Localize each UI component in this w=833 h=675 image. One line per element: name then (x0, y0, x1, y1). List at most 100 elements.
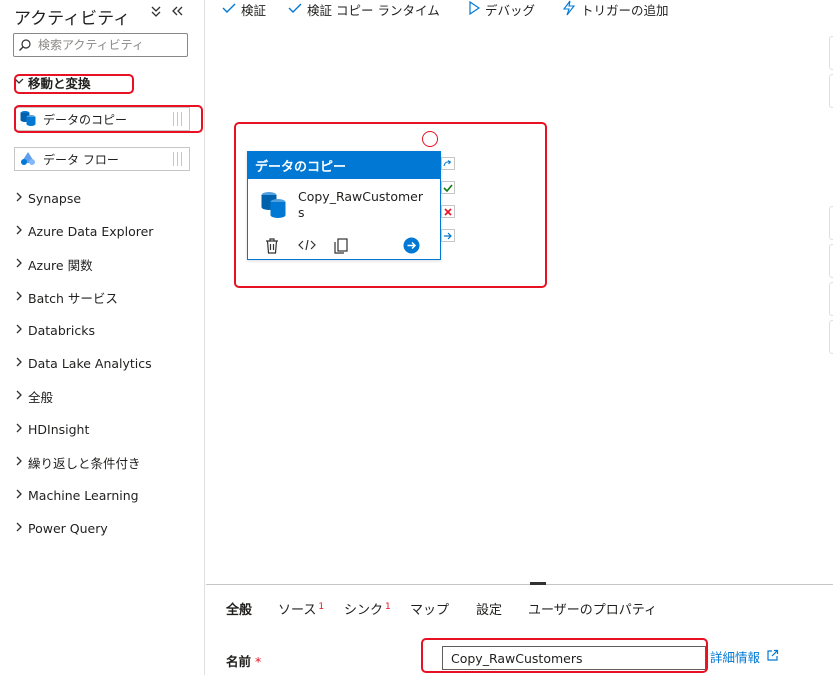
card-title: データのコピー (248, 152, 440, 179)
chevron-right-icon (14, 488, 28, 502)
category-label: Batch サービス (28, 290, 118, 306)
activity-name-input[interactable] (442, 646, 706, 670)
category-label: Azure 関数 (28, 257, 93, 273)
side-tab[interactable] (829, 282, 833, 316)
failure-output-port-icon[interactable] (441, 205, 455, 218)
tab-general[interactable]: 全般 (226, 599, 252, 621)
copy-data-icon (19, 109, 37, 130)
category-move-transform[interactable]: 移動と変換 (14, 71, 91, 93)
skip-output-port-icon[interactable] (441, 157, 455, 170)
drag-handle-icon[interactable] (173, 112, 185, 126)
side-tab[interactable] (829, 320, 833, 354)
chevron-right-icon (14, 389, 28, 403)
error-count-badge: 1 (385, 601, 391, 612)
pipeline-canvas[interactable] (206, 26, 833, 584)
category-databricks[interactable]: Databricks (14, 319, 95, 341)
copy-data-icon (260, 190, 288, 224)
copy-activity-card[interactable]: データのコピー Copy_RawCustomers (247, 151, 441, 260)
add-trigger-label: トリガーの追加 (581, 2, 669, 18)
tab-label: ユーザーのプロパティ (528, 603, 657, 618)
drag-handle-icon[interactable] (173, 152, 185, 166)
validate-button[interactable]: 検証 (222, 0, 266, 18)
side-tab[interactable] (829, 244, 833, 278)
side-tab[interactable] (829, 36, 833, 70)
category-hdinsight[interactable]: HDInsight (14, 418, 89, 440)
category-label: Synapse (28, 190, 82, 206)
chevron-down-icon (14, 75, 28, 89)
tab-label: ソース (278, 603, 317, 618)
validate-copy-runtime-button[interactable]: 検証 コピー ランタイム (288, 0, 440, 18)
category-power-query[interactable]: Power Query (14, 517, 108, 539)
tab-sink[interactable]: シンク 1 (344, 599, 391, 621)
tab-user-properties[interactable]: ユーザーのプロパティ (528, 599, 657, 621)
category-data-lake-analytics[interactable]: Data Lake Analytics (14, 352, 152, 374)
chevron-right-icon (14, 422, 28, 436)
category-label: Azure Data Explorer (28, 223, 154, 239)
activity-label: データのコピー (43, 112, 128, 127)
category-label: Data Lake Analytics (28, 355, 152, 371)
drag-target-marker (422, 131, 438, 147)
category-label: HDInsight (28, 421, 90, 437)
name-label: 名前 * (226, 651, 261, 670)
debug-label: デバッグ (485, 2, 536, 18)
category-general[interactable]: 全般 (14, 385, 53, 407)
activities-pane: アクティビティ 移動と変換 データのコピー (0, 0, 205, 675)
activity-name: Copy_RawCustomers (298, 189, 423, 220)
category-label: 移動と変換 (28, 75, 91, 91)
tab-mapping[interactable]: マップ (410, 599, 449, 621)
category-label: Databricks (28, 322, 96, 338)
collapse-pane-icon[interactable] (170, 4, 184, 22)
chevron-right-icon (14, 224, 28, 238)
tab-label: シンク (344, 603, 384, 618)
side-tab[interactable] (829, 206, 833, 240)
tab-source[interactable]: ソース 1 (278, 599, 324, 621)
clone-icon[interactable] (333, 237, 349, 259)
play-icon (468, 0, 481, 18)
add-trigger-button[interactable]: トリガーの追加 (562, 0, 669, 18)
completion-output-port-icon[interactable] (441, 229, 455, 242)
chevron-right-icon (14, 290, 28, 304)
pipeline-toolbar: 検証 検証 コピー ランタイム デバッグ トリガーの追加 (206, 0, 833, 26)
tab-settings[interactable]: 設定 (476, 599, 502, 621)
category-label: Power Query (28, 520, 108, 536)
tab-label: 全般 (226, 603, 253, 618)
panel-resize-handle[interactable] (530, 582, 546, 585)
chevron-right-icon (14, 356, 28, 370)
error-count-badge: 1 (318, 601, 325, 612)
more-info-link[interactable]: 詳細情報 (710, 647, 779, 666)
required-indicator: * (255, 654, 262, 669)
go-arrow-icon[interactable] (403, 237, 420, 258)
category-azure-functions[interactable]: Azure 関数 (14, 253, 93, 275)
category-label: 繰り返しと条件付き (28, 455, 141, 471)
collapse-all-icon[interactable] (150, 4, 162, 22)
chevron-right-icon (14, 323, 28, 337)
tab-label: マップ (410, 603, 450, 618)
data-flow-icon (19, 149, 37, 170)
code-icon[interactable] (298, 237, 316, 257)
checkmark-icon (288, 2, 302, 17)
chevron-right-icon (14, 521, 28, 535)
checkmark-icon (222, 2, 236, 17)
search-icon (18, 37, 32, 56)
debug-button[interactable]: デバッグ (468, 0, 535, 18)
external-link-icon (766, 649, 779, 665)
chevron-right-icon (14, 191, 28, 205)
category-label: 全般 (28, 389, 54, 405)
chevron-right-icon (14, 257, 28, 271)
search-input[interactable] (38, 36, 186, 54)
category-batch-service[interactable]: Batch サービス (14, 286, 118, 308)
category-azure-data-explorer[interactable]: Azure Data Explorer (14, 220, 153, 242)
success-output-port-icon[interactable] (441, 181, 455, 194)
activity-copy-data[interactable]: データのコピー (14, 107, 190, 131)
delete-icon[interactable] (264, 237, 280, 259)
activity-data-flow[interactable]: データ フロー (14, 147, 190, 171)
category-iteration-conditionals[interactable]: 繰り返しと条件付き (14, 451, 141, 473)
search-box[interactable] (13, 33, 188, 57)
more-info-label: 詳細情報 (710, 650, 761, 665)
properties-panel: 全般 ソース1 シンク1 マップ 設定 ユーザーのプロパティ 名前* 詳細情報 (206, 582, 833, 675)
category-label: Machine Learning (28, 487, 139, 503)
validate-copy-runtime-label: 検証 コピー ランタイム (307, 2, 440, 18)
category-machine-learning[interactable]: Machine Learning (14, 484, 139, 506)
side-tab[interactable] (829, 74, 833, 108)
category-synapse[interactable]: Synapse (14, 187, 81, 209)
